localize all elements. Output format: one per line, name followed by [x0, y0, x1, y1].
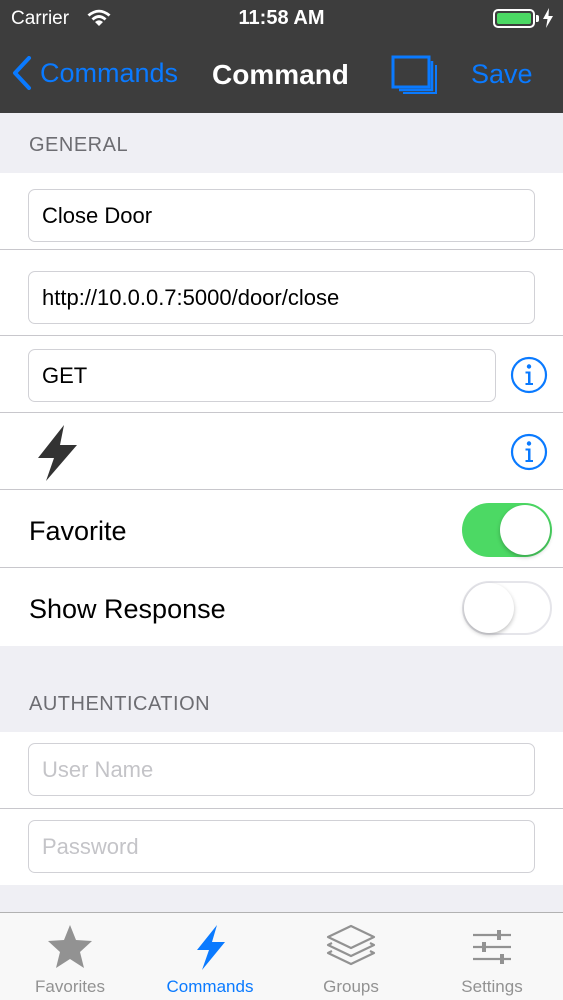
duplicate-icon[interactable] — [391, 55, 439, 95]
show-response-toggle[interactable] — [462, 581, 552, 635]
tab-label: Favorites — [35, 977, 105, 996]
page-title: Command — [212, 59, 349, 90]
tab-favorites[interactable]: Favorites — [0, 913, 140, 1000]
favorite-label: Favorite — [29, 516, 127, 546]
sliders-icon — [473, 930, 511, 964]
battery-fill — [497, 13, 531, 24]
save-button[interactable]: Save — [471, 59, 533, 90]
tab-settings[interactable]: Settings — [422, 913, 562, 1000]
charging-icon — [543, 8, 553, 28]
url-row: http://10.0.0.7:5000/door/close — [0, 259, 563, 336]
tab-label: Commands — [166, 977, 254, 996]
tab-groups[interactable]: Groups — [281, 913, 421, 1000]
lightning-bolt-icon — [38, 425, 77, 481]
icon-row[interactable] — [0, 413, 563, 490]
password-field[interactable]: Password — [28, 820, 535, 873]
show-response-label: Show Response — [29, 594, 226, 624]
info-icon[interactable] — [510, 356, 548, 394]
star-icon — [48, 925, 92, 968]
chevron-left-icon — [13, 56, 31, 90]
toggle-knob — [464, 583, 514, 633]
method-field[interactable]: GET — [28, 349, 496, 402]
battery-cap — [536, 15, 539, 22]
toggle-knob — [500, 505, 550, 555]
battery-icon — [493, 9, 535, 28]
status-time: 11:58 AM — [238, 7, 325, 29]
favorite-toggle[interactable] — [462, 503, 552, 557]
username-field[interactable]: User Name — [28, 743, 535, 796]
favorite-row: Favorite — [0, 491, 563, 568]
back-button[interactable]: Commands — [12, 56, 178, 90]
authentication-section-header: AUTHENTICATION — [29, 693, 211, 715]
top-bar: Carrier 11:58 AM Commands Command Save — [0, 0, 563, 113]
tab-label: Settings — [461, 977, 523, 996]
general-section-header: GENERAL — [29, 134, 129, 156]
method-row: GET — [0, 336, 563, 413]
name-field[interactable]: Close Door — [28, 189, 535, 242]
back-button-label: Commands — [40, 57, 179, 88]
general-group: Close Door http://10.0.0.7:5000/door/clo… — [0, 173, 563, 646]
tab-label: Groups — [323, 977, 379, 996]
url-field[interactable]: http://10.0.0.7:5000/door/close — [28, 271, 535, 324]
tab-bar: Favorites Commands Groups Settings — [0, 912, 563, 1000]
authentication-group: User Name Password — [0, 732, 563, 885]
status-bar: Carrier 11:58 AM — [0, 0, 563, 38]
show-response-row: Show Response — [0, 569, 563, 646]
lightning-bolt-icon — [197, 925, 225, 970]
info-icon[interactable] — [510, 433, 548, 471]
tab-commands[interactable]: Commands — [140, 913, 280, 1000]
stack-icon — [326, 924, 376, 966]
username-row: User Name — [0, 732, 563, 809]
password-row: Password — [0, 809, 563, 886]
name-row: Close Door — [0, 173, 563, 250]
navigation-bar: Commands Command Save — [0, 38, 563, 113]
